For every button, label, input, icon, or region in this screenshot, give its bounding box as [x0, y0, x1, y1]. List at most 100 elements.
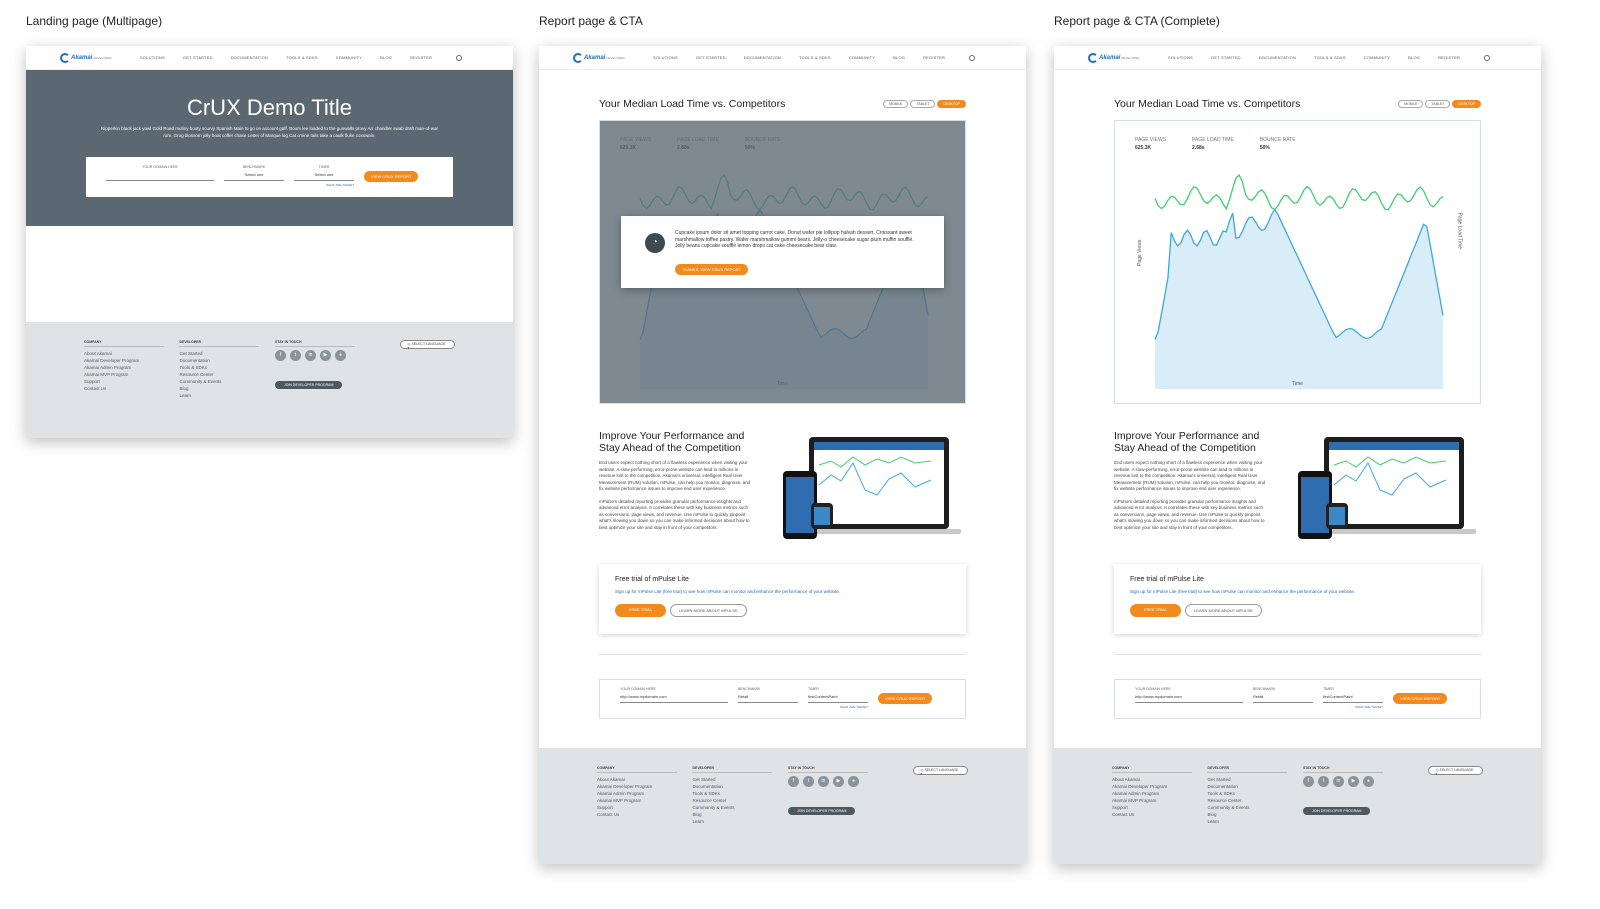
- what-are-these-link[interactable]: WHAT ARE THESE?: [294, 183, 354, 187]
- nav-solutions[interactable]: SOLUTIONS: [653, 55, 678, 60]
- footer-link[interactable]: Akamai MVP Program: [1112, 797, 1207, 804]
- footer-link[interactable]: Contact Us: [597, 811, 692, 818]
- facebook-icon[interactable]: f: [1302, 776, 1314, 787]
- join-developer-program-button[interactable]: JOIN DEVELOPER PROGRAM: [787, 807, 856, 815]
- select-language-dropdown[interactable]: ◎ SELECT LANGUAGE ▾: [913, 766, 968, 776]
- footer-link[interactable]: Resource Center: [692, 797, 787, 804]
- footer-link[interactable]: Akamai Developer Program: [597, 783, 692, 790]
- domain-field[interactable]: YOUR DOMAIN HERE http://www.mydomain.com: [1135, 687, 1243, 703]
- youtube-icon[interactable]: ▶: [319, 350, 331, 361]
- footer-link[interactable]: Resource Center: [179, 371, 274, 378]
- nav-documentation[interactable]: DOCUMENTATION: [231, 55, 268, 60]
- footer-link[interactable]: About Akamai: [597, 776, 692, 783]
- nav-get-started[interactable]: GET STARTED: [1211, 55, 1241, 60]
- footer-link[interactable]: Documentation: [1207, 783, 1302, 790]
- footer-link[interactable]: Get Started: [692, 776, 787, 783]
- nav-solutions[interactable]: SOLUTIONS: [140, 55, 165, 60]
- twitter-icon[interactable]: t: [289, 350, 301, 361]
- twitter-icon[interactable]: t: [1317, 776, 1329, 787]
- footer-link[interactable]: Contact Us: [84, 385, 179, 392]
- learn-more-mpulse-button[interactable]: LEARN MORE ABOUT MPULSE: [1185, 604, 1262, 617]
- footer-link[interactable]: Learn: [179, 392, 274, 399]
- footer-link[interactable]: Akamai MVP Program: [597, 797, 692, 804]
- view-crux-report-button[interactable]: VIEW CRUX REPORT: [1393, 693, 1448, 704]
- view-crux-report-cta-button[interactable]: THANKS, VIEW CRUX REPORT: [675, 263, 748, 275]
- search-icon[interactable]: [969, 54, 976, 61]
- free-trial-button[interactable]: FREE TRIAL: [615, 604, 667, 617]
- linkedin-icon[interactable]: in: [304, 350, 316, 361]
- benchmark-select[interactable]: BENCHMARK Retail: [1253, 687, 1313, 703]
- footer-link[interactable]: Community & Events: [1207, 804, 1302, 811]
- footer-link[interactable]: Learn: [1207, 818, 1302, 825]
- footer-link[interactable]: Blog: [179, 385, 274, 392]
- footer-link[interactable]: Community & Events: [179, 378, 274, 385]
- footer-link[interactable]: Support: [84, 378, 179, 385]
- nav-register[interactable]: REGISTER: [1438, 55, 1460, 60]
- footer-link[interactable]: Tools & SDKs: [179, 364, 274, 371]
- footer-link[interactable]: About Akamai: [1112, 776, 1207, 783]
- linkedin-icon[interactable]: in: [817, 776, 829, 787]
- view-crux-report-button[interactable]: VIEW CRUX REPORT: [364, 171, 419, 182]
- nav-documentation[interactable]: DOCUMENTATION: [1259, 55, 1296, 60]
- nav-community[interactable]: COMMUNITY: [849, 55, 875, 60]
- footer-link[interactable]: Documentation: [179, 357, 274, 364]
- github-icon[interactable]: ●: [334, 350, 346, 361]
- akamai-logo[interactable]: Akamai DEVELOPER: [573, 52, 653, 63]
- desktop-toggle[interactable]: DESKTOP: [1452, 100, 1481, 108]
- join-developer-program-button[interactable]: JOIN DEVELOPER PROGRAM: [1302, 807, 1371, 815]
- nav-solutions[interactable]: SOLUTIONS: [1168, 55, 1193, 60]
- nav-register[interactable]: REGISTER: [410, 55, 432, 60]
- domain-field[interactable]: YOUR DOMAIN HERE: [106, 165, 214, 181]
- what-are-these-link[interactable]: WHAT ARE THESE?: [808, 705, 868, 709]
- nav-blog[interactable]: BLOG: [380, 55, 392, 60]
- footer-link[interactable]: Learn: [692, 818, 787, 825]
- domain-field[interactable]: YOUR DOMAIN HERE http://www.mydomain.com: [620, 687, 728, 703]
- footer-link[interactable]: Support: [597, 804, 692, 811]
- footer-link[interactable]: Blog: [692, 811, 787, 818]
- footer-link[interactable]: Tools & SDKs: [692, 790, 787, 797]
- twitter-icon[interactable]: t: [802, 776, 814, 787]
- footer-link[interactable]: Support: [1112, 804, 1207, 811]
- what-are-these-link[interactable]: WHAT ARE THESE?: [1323, 705, 1383, 709]
- nav-blog[interactable]: BLOG: [893, 55, 905, 60]
- join-developer-program-button[interactable]: JOIN DEVELOPER PROGRAM: [274, 381, 343, 389]
- free-trial-button[interactable]: FREE TRIAL: [1130, 604, 1182, 617]
- nav-get-started[interactable]: GET STARTED: [183, 55, 213, 60]
- nav-register[interactable]: REGISTER: [923, 55, 945, 60]
- youtube-icon[interactable]: ▶: [1347, 776, 1359, 787]
- benchmark-select[interactable]: BENCHMARK Select one: [224, 165, 284, 181]
- facebook-icon[interactable]: f: [787, 776, 799, 787]
- tablet-toggle[interactable]: TABLET: [910, 100, 936, 108]
- footer-link[interactable]: Documentation: [692, 783, 787, 790]
- timer-select[interactable]: TIMER Select one WHAT ARE THESE?: [294, 165, 354, 187]
- mobile-toggle[interactable]: MOBILE: [1398, 100, 1424, 108]
- view-crux-report-button[interactable]: VIEW CRUX REPORT: [878, 693, 933, 704]
- select-language-dropdown[interactable]: ◎ SELECT LANGUAGE ▾: [1428, 766, 1483, 776]
- nav-blog[interactable]: BLOG: [1408, 55, 1420, 60]
- akamai-logo[interactable]: Akamai DEVELOPER: [60, 52, 140, 63]
- nav-get-started[interactable]: GET STARTED: [696, 55, 726, 60]
- tablet-toggle[interactable]: TABLET: [1425, 100, 1451, 108]
- benchmark-select[interactable]: BENCHMARK Retail: [738, 687, 798, 703]
- nav-community[interactable]: COMMUNITY: [1364, 55, 1390, 60]
- nav-tools-sdks[interactable]: TOOLS & SDKS: [799, 55, 831, 60]
- desktop-toggle[interactable]: DESKTOP: [937, 100, 966, 108]
- footer-link[interactable]: Akamai Admin Program: [84, 364, 179, 371]
- nav-community[interactable]: COMMUNITY: [336, 55, 362, 60]
- footer-link[interactable]: Tools & SDKs: [1207, 790, 1302, 797]
- github-icon[interactable]: ●: [847, 776, 859, 787]
- youtube-icon[interactable]: ▶: [832, 776, 844, 787]
- learn-more-mpulse-button[interactable]: LEARN MORE ABOUT MPULSE: [670, 604, 747, 617]
- footer-link[interactable]: Community & Events: [692, 804, 787, 811]
- linkedin-icon[interactable]: in: [1332, 776, 1344, 787]
- select-language-dropdown[interactable]: ◎ SELECT LANGUAGE ▾: [400, 340, 455, 350]
- footer-link[interactable]: Akamai MVP Program: [84, 371, 179, 378]
- github-icon[interactable]: ●: [1362, 776, 1374, 787]
- footer-link[interactable]: Akamai Admin Program: [597, 790, 692, 797]
- nav-tools-sdks[interactable]: TOOLS & SDKS: [1314, 55, 1346, 60]
- timer-select[interactable]: TIMER firstContentPaint WHAT ARE THESE?: [808, 687, 868, 709]
- footer-link[interactable]: About Akamai: [84, 350, 179, 357]
- mobile-toggle[interactable]: MOBILE: [883, 100, 909, 108]
- footer-link[interactable]: Blog: [1207, 811, 1302, 818]
- facebook-icon[interactable]: f: [274, 350, 286, 361]
